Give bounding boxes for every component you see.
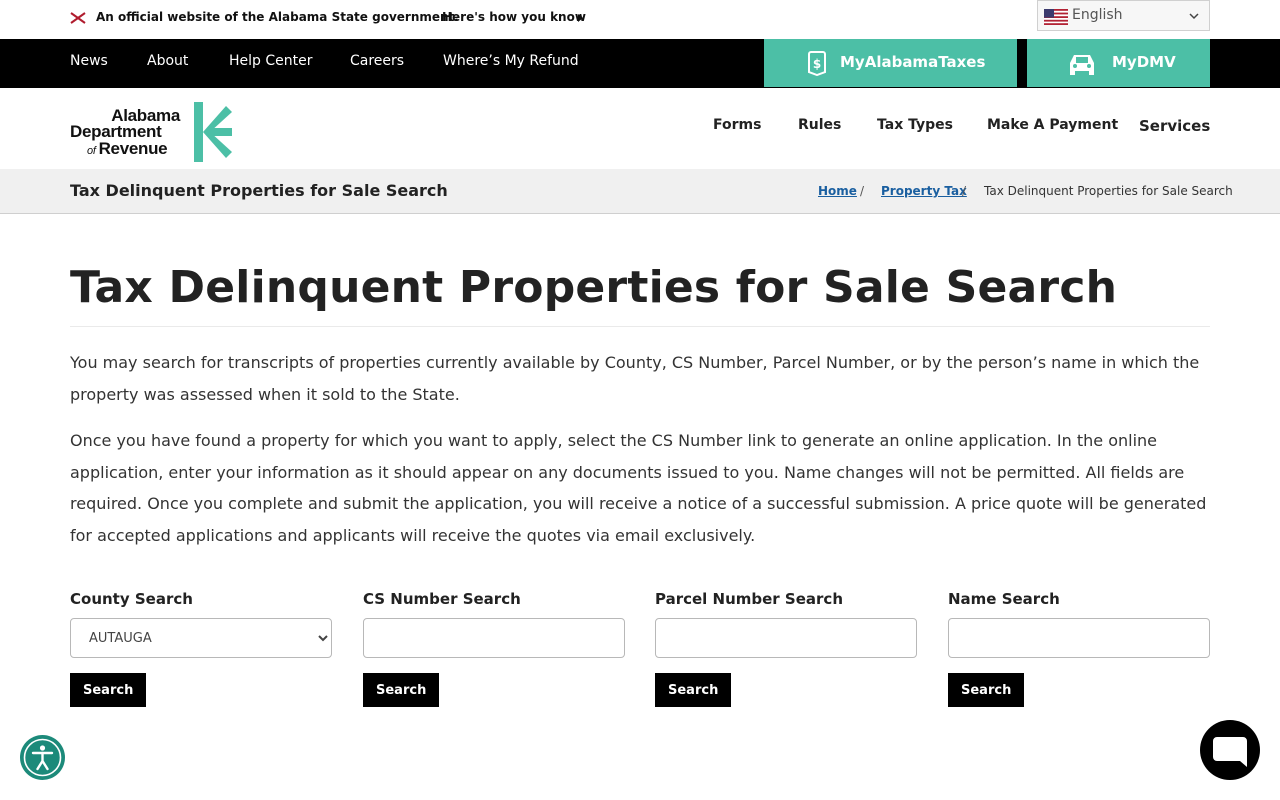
language-select[interactable]: English <box>1037 0 1210 31</box>
money-tag-icon: $ <box>808 51 826 76</box>
my-alabama-taxes-label: MyAlabamaTaxes <box>840 53 986 71</box>
logo-revenue: Revenue <box>98 139 168 158</box>
county-search: County Search AUTAUGA Search <box>70 590 333 707</box>
parcel-number-input[interactable] <box>655 618 917 658</box>
accessibility-icon <box>23 738 62 777</box>
breadcrumb-separator: / <box>860 184 865 198</box>
name-search-label: Name Search <box>948 590 1060 608</box>
instructions-paragraph: Once you have found a property for which… <box>70 431 1207 545</box>
accessibility-button[interactable] <box>20 735 65 780</box>
chat-bubble-icon <box>1213 737 1247 767</box>
intro-paragraph: You may search for transcripts of proper… <box>70 353 1200 404</box>
county-search-button[interactable]: Search <box>70 673 147 707</box>
nav-careers[interactable]: Careers <box>350 53 404 69</box>
breadcrumb: Tax Delinquent Properties for Sale Searc… <box>0 169 1280 214</box>
my-dmv-button[interactable]: MyDMV <box>1027 39 1210 87</box>
breadcrumb-separator: / <box>962 184 967 198</box>
breadcrumb-page-title: Tax Delinquent Properties for Sale Searc… <box>70 181 448 200</box>
us-flag-icon <box>1044 9 1068 25</box>
name-input[interactable] <box>948 618 1210 658</box>
official-text: An official website of the Alabama State… <box>96 10 459 24</box>
nav-help-center[interactable]: Help Center <box>229 53 313 69</box>
parcel-number-search: Parcel Number Search Search <box>655 590 918 707</box>
alabama-dor-logo[interactable]: Alabama Department of Revenue <box>70 102 232 162</box>
mainnav-services[interactable]: Services <box>1139 117 1210 135</box>
my-alabama-taxes-button[interactable]: $ MyAlabamaTaxes <box>764 39 1017 87</box>
utility-nav: News About Help Center Careers Where’s M… <box>0 39 1280 88</box>
alabama-flag-icon <box>70 12 86 24</box>
cs-number-input[interactable] <box>363 618 625 658</box>
mainnav-rules[interactable]: Rules <box>798 117 841 133</box>
caret-right-icon[interactable] <box>578 14 583 22</box>
breadcrumb-home[interactable]: Home <box>818 184 857 198</box>
county-select[interactable]: AUTAUGA <box>70 618 332 658</box>
mainnav-forms[interactable]: Forms <box>713 117 761 133</box>
official-banner: An official website of the Alabama State… <box>0 0 1280 39</box>
title-divider <box>70 326 1210 327</box>
language-label: English <box>1072 7 1123 23</box>
parcel-number-search-button[interactable]: Search <box>655 673 732 707</box>
name-search-button[interactable]: Search <box>948 673 1025 707</box>
parcel-number-search-label: Parcel Number Search <box>655 590 843 608</box>
nav-wheres-my-refund[interactable]: Where’s My Refund <box>443 53 579 69</box>
cs-number-search: CS Number Search Search <box>363 590 626 707</box>
cs-number-search-label: CS Number Search <box>363 590 521 608</box>
breadcrumb-current: Tax Delinquent Properties for Sale Searc… <box>984 184 1233 198</box>
county-search-label: County Search <box>70 590 193 608</box>
svg-text:$: $ <box>813 57 821 71</box>
name-search: Name Search Search <box>948 590 1211 707</box>
car-icon <box>1070 55 1094 75</box>
my-dmv-label: MyDMV <box>1112 53 1176 71</box>
nav-about[interactable]: About <box>147 53 188 69</box>
chevron-down-icon <box>1189 13 1199 20</box>
logo-line-3: of Revenue <box>87 139 168 159</box>
chat-button[interactable] <box>1200 720 1260 780</box>
nav-news[interactable]: News <box>70 53 108 69</box>
mainnav-make-a-payment[interactable]: Make A Payment <box>987 117 1118 133</box>
mainnav-tax-types[interactable]: Tax Types <box>877 117 953 133</box>
cs-number-search-button[interactable]: Search <box>363 673 440 707</box>
breadcrumb-property-tax[interactable]: Property Tax <box>881 184 967 198</box>
main-header: Alabama Department of Revenue Forms Rules… <box>0 88 1280 169</box>
logo-mark-icon <box>194 102 232 162</box>
logo-of: of <box>87 145 96 157</box>
heres-how-you-know-link[interactable]: Here's how you know <box>442 10 586 24</box>
page-title: Tax Delinquent Properties for Sale Searc… <box>70 262 1118 313</box>
